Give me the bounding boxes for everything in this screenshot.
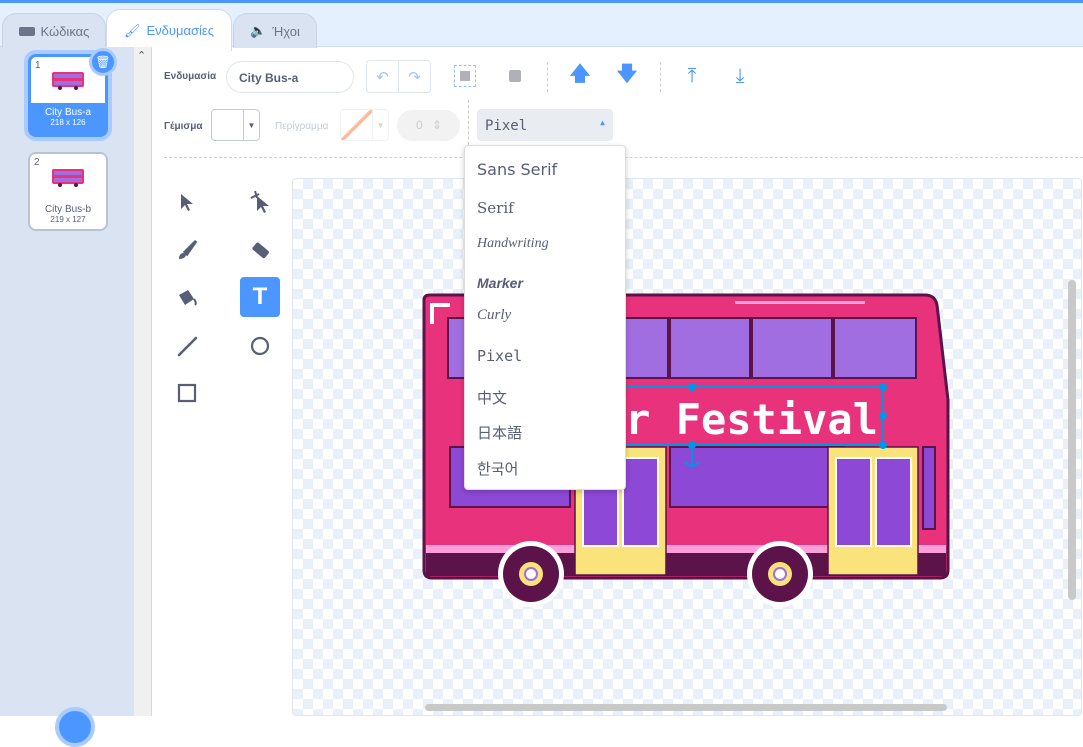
horizontal-scrollbar[interactable] <box>425 704 947 711</box>
wheel <box>498 541 564 607</box>
vertical-scrollbar[interactable] <box>1068 280 1076 600</box>
font-option-handwriting[interactable]: Handwriting <box>477 236 549 252</box>
font-option-serif[interactable]: Serif <box>477 199 514 217</box>
font-option-chinese[interactable]: 中文 <box>477 387 507 408</box>
font-option-japanese[interactable]: 日本語 <box>477 422 522 443</box>
font-option-korean[interactable]: 한국어 <box>477 458 518 479</box>
wheel <box>747 541 813 607</box>
font-option-sans-serif[interactable]: Sans Serif <box>477 160 557 179</box>
text-object[interactable]: r Festival <box>625 395 878 444</box>
font-option-curly[interactable]: Curly <box>477 307 511 324</box>
font-option-marker[interactable]: Marker <box>477 275 523 291</box>
font-menu: Sans Serif Serif Handwriting Marker Curl… <box>464 145 626 490</box>
font-option-pixel[interactable]: Pixel <box>477 347 522 365</box>
